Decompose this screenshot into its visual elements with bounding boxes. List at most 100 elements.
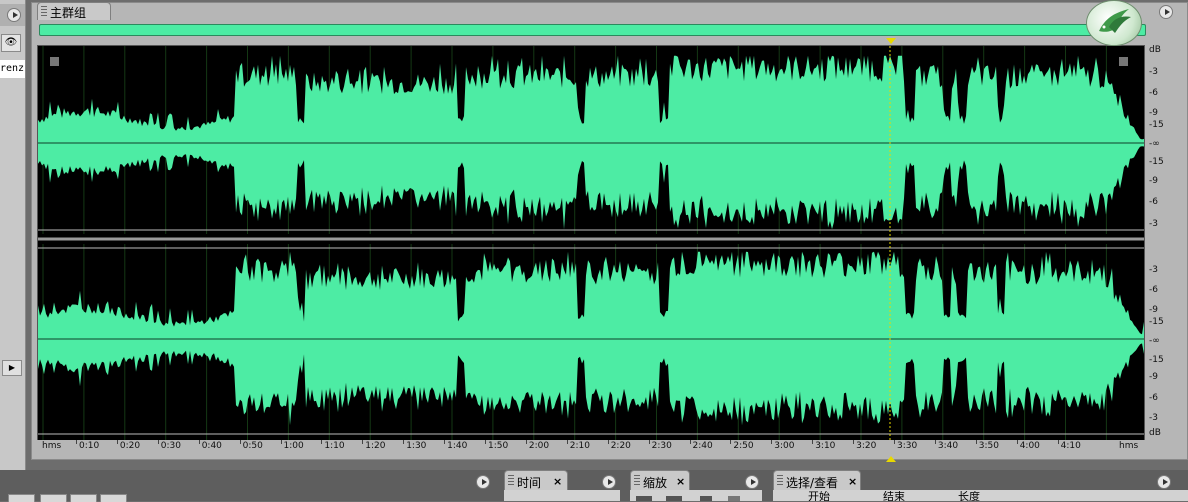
time-tick-label: 0:50 bbox=[242, 441, 263, 451]
tab-main-group[interactable]: 主群组 bbox=[37, 2, 111, 20]
time-tick-label: 1:30 bbox=[406, 441, 427, 451]
zoom-out-icon[interactable] bbox=[666, 496, 682, 501]
time-tick-label: 0:20 bbox=[119, 441, 141, 451]
transport-panel-menu-icon[interactable] bbox=[476, 475, 490, 489]
time-tick-label: 3:50 bbox=[978, 441, 1000, 451]
time-tick-label: 2:20 bbox=[610, 441, 631, 451]
time-tick-label: 2:40 bbox=[692, 441, 713, 451]
time-tick bbox=[362, 440, 364, 444]
bird-logo-icon bbox=[1086, 0, 1142, 46]
tab-selection-view-label: 选择/查看 bbox=[786, 476, 839, 490]
db-label: -3 bbox=[1149, 67, 1158, 77]
column-end-header: 结束 bbox=[883, 491, 905, 501]
time-tick-label: 0:40 bbox=[201, 441, 222, 451]
time-tick bbox=[730, 440, 732, 444]
left-panel-menu-icon[interactable] bbox=[7, 8, 21, 22]
db-label: -9 bbox=[1149, 305, 1158, 315]
time-tick bbox=[934, 440, 936, 444]
zoom-panel-menu-icon[interactable] bbox=[745, 475, 759, 489]
time-tick bbox=[1016, 440, 1018, 444]
scroll-right-arrow-icon[interactable]: ▶ bbox=[2, 360, 22, 376]
tab-grip-icon[interactable] bbox=[508, 475, 514, 487]
time-tick bbox=[76, 440, 77, 444]
db-label: -3 bbox=[1149, 219, 1158, 229]
time-tick bbox=[812, 440, 814, 444]
time-tick-label: 3:30 bbox=[897, 441, 918, 451]
time-tick bbox=[485, 440, 486, 444]
eye-icon[interactable]: 👁 bbox=[1, 34, 21, 52]
close-icon[interactable]: × bbox=[848, 475, 857, 488]
selection-panel-menu-icon[interactable] bbox=[1157, 475, 1171, 489]
tab-selection-view[interactable]: 选择/查看 × bbox=[773, 470, 861, 492]
playhead-top-marker-icon[interactable] bbox=[886, 38, 896, 44]
zoom-selection-icon[interactable] bbox=[728, 496, 740, 501]
time-tick bbox=[771, 440, 773, 444]
time-panel bbox=[504, 490, 620, 501]
db-label: -3 bbox=[1149, 413, 1158, 423]
db-label: -∞ bbox=[1149, 139, 1160, 149]
time-tick bbox=[525, 440, 527, 444]
tab-time-label: 时间 bbox=[517, 476, 542, 490]
db-label: dB bbox=[1149, 428, 1161, 438]
tab-grip-icon[interactable] bbox=[777, 475, 783, 487]
time-tick-label: 3:00 bbox=[774, 441, 795, 451]
time-ruler[interactable]: hms 0:10 0:20 0:30 0:40 0:50 1:00 1:10 1:20 1:30 1… bbox=[37, 440, 1145, 456]
tab-zoom[interactable]: 缩放 × bbox=[630, 470, 690, 492]
db-scale: dB -3 -6 -9 -15 -∞ -15 -9 -6 -3 -3 -6 -9 -15 -∞ -15 -9 -6… bbox=[1145, 45, 1175, 439]
time-tick-label: 1:40 bbox=[447, 441, 468, 451]
time-tick-label: 1:50 bbox=[488, 441, 509, 451]
file-list-item[interactable]: renz bbox=[0, 60, 25, 78]
waveform-svg[interactable] bbox=[38, 46, 1144, 440]
db-label: -6 bbox=[1149, 285, 1158, 295]
time-tick bbox=[198, 440, 200, 444]
time-unit-label: hms bbox=[1119, 441, 1139, 451]
db-label: -6 bbox=[1149, 393, 1158, 403]
time-panel-menu-icon[interactable] bbox=[602, 475, 616, 489]
zoom-full-icon[interactable] bbox=[700, 496, 712, 501]
close-icon[interactable]: × bbox=[553, 475, 562, 488]
time-tick-label: 1:00 bbox=[283, 441, 304, 451]
close-icon[interactable]: × bbox=[676, 475, 685, 488]
time-tick bbox=[157, 440, 159, 444]
time-tick bbox=[116, 440, 118, 444]
db-label: -15 bbox=[1149, 317, 1164, 327]
time-tick bbox=[321, 440, 323, 444]
time-tick bbox=[444, 440, 446, 444]
time-tick-label: 2:00 bbox=[528, 441, 550, 451]
time-tick bbox=[648, 440, 650, 444]
db-label: -3 bbox=[1149, 265, 1158, 275]
time-tick-label: 2:50 bbox=[733, 441, 754, 451]
column-length-header: 长度 bbox=[958, 491, 980, 501]
time-tick bbox=[894, 440, 895, 444]
tab-zoom-label: 缩放 bbox=[643, 476, 668, 490]
db-label: -15 bbox=[1149, 120, 1164, 130]
tab-grip-icon[interactable] bbox=[634, 475, 640, 487]
time-tick-label: 3:10 bbox=[815, 441, 836, 451]
tab-time[interactable]: 时间 × bbox=[504, 470, 568, 492]
time-tick-label: 3:20 bbox=[856, 441, 877, 451]
time-tick bbox=[239, 440, 241, 444]
time-tick bbox=[689, 440, 691, 444]
time-tick-label: 2:30 bbox=[651, 441, 672, 451]
time-tick bbox=[403, 440, 405, 444]
fade-out-handle-icon bbox=[1119, 57, 1128, 66]
column-start-header: 开始 bbox=[808, 491, 830, 501]
time-tick-label: 4:10 bbox=[1060, 441, 1081, 451]
time-tick bbox=[1057, 440, 1059, 444]
time-unit-label: hms bbox=[42, 441, 62, 451]
time-tick-label: 1:10 bbox=[324, 441, 345, 451]
db-label: -9 bbox=[1149, 372, 1158, 382]
tab-grip-icon[interactable] bbox=[41, 6, 47, 16]
overview-bar[interactable] bbox=[39, 24, 1146, 36]
zoom-in-icon[interactable] bbox=[636, 496, 652, 501]
time-tick-label: 0:30 bbox=[160, 441, 182, 451]
main-panel-menu-icon[interactable] bbox=[1159, 5, 1173, 19]
tab-main-group-label: 主群组 bbox=[50, 6, 87, 20]
time-tick-label: 4:00 bbox=[1019, 441, 1040, 451]
db-label: dB bbox=[1149, 45, 1161, 55]
selection-view-panel bbox=[773, 490, 1188, 501]
time-tick bbox=[607, 440, 609, 444]
time-tick bbox=[975, 440, 977, 444]
playhead-bottom-marker-icon[interactable] bbox=[886, 456, 896, 462]
db-label: -6 bbox=[1149, 197, 1158, 207]
